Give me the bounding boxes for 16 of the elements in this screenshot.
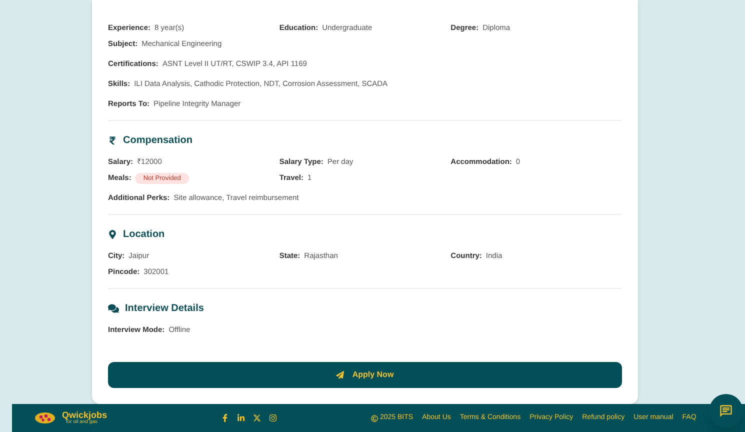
x-icon[interactable] bbox=[253, 414, 261, 422]
paper-plane-icon bbox=[336, 371, 344, 379]
section-heading: Location bbox=[123, 228, 165, 242]
brand-name: Qwickjobs bbox=[62, 411, 108, 420]
apply-now-button[interactable]: Apply Now bbox=[108, 362, 622, 388]
section-heading: Interview Details bbox=[125, 302, 204, 316]
copyright-icon bbox=[371, 414, 378, 422]
logo-icon bbox=[34, 412, 56, 424]
facebook-icon[interactable] bbox=[221, 414, 229, 422]
message-icon bbox=[719, 404, 733, 418]
chat-bubbles-icon bbox=[108, 303, 119, 314]
map-pin-icon bbox=[108, 230, 117, 239]
rupee-icon bbox=[108, 136, 117, 145]
linkedin-icon[interactable] bbox=[237, 414, 245, 422]
instagram-icon[interactable] bbox=[269, 414, 277, 422]
section-heading: Compensation bbox=[123, 134, 192, 148]
